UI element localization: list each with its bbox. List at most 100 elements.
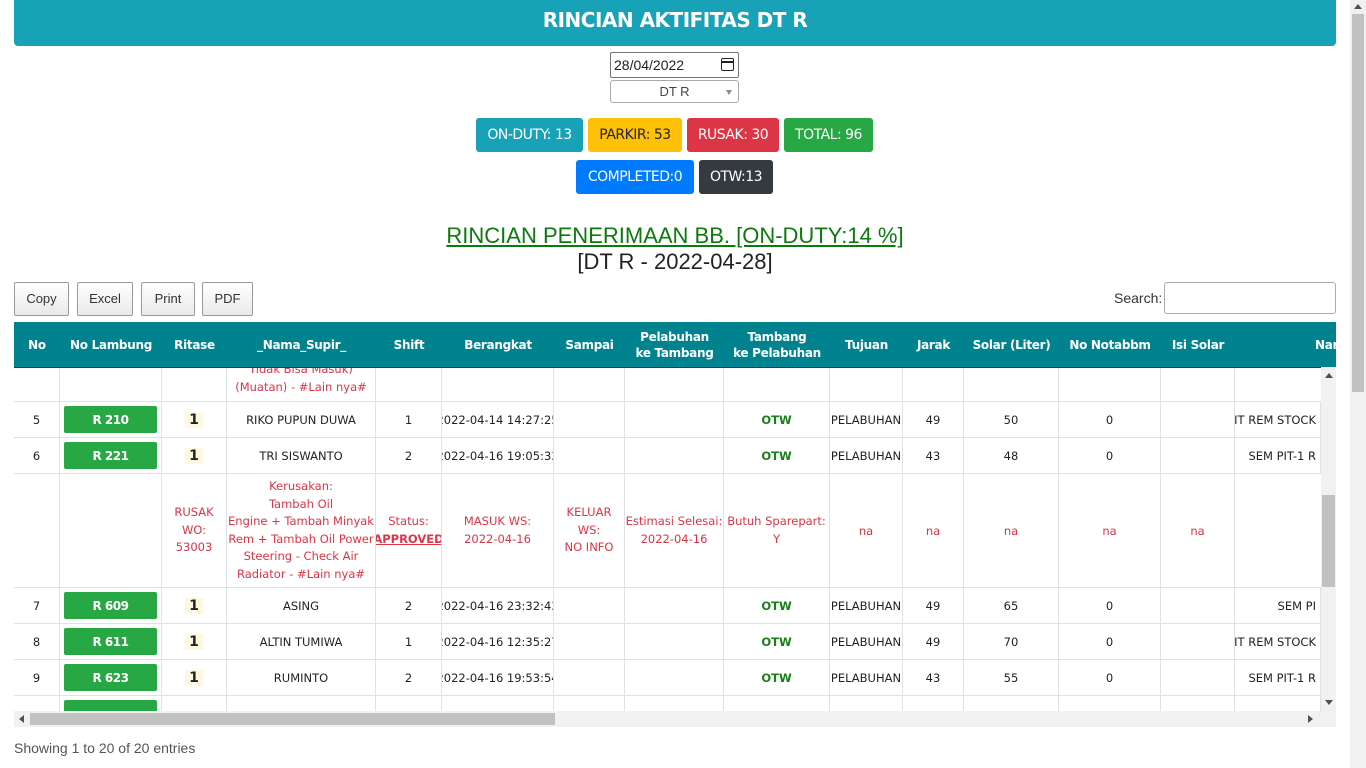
- cell-pelabuhan-tambang: [625, 438, 724, 473]
- cell-empty: [60, 368, 162, 401]
- col-nama[interactable]: Nar: [1235, 322, 1336, 367]
- cell-solar: 55: [964, 660, 1059, 695]
- pdf-button[interactable]: PDF: [202, 282, 253, 316]
- section-subtitle: [DT R - 2022-04-28]: [577, 249, 773, 274]
- cell-jarak: 43: [903, 438, 964, 473]
- status-label: Status:: [388, 514, 429, 528]
- cell-pelabuhan-tambang: [625, 402, 724, 437]
- col-shift[interactable]: Shift: [376, 322, 442, 367]
- ritase-badge[interactable]: 1: [185, 447, 203, 464]
- date-value: 28/04/2022: [614, 57, 685, 73]
- cell-ritase: 1: [162, 438, 227, 473]
- cell-nama: PIT REM STOCK: [1235, 402, 1321, 437]
- col-sampai[interactable]: Sampai: [554, 322, 625, 367]
- col-pelabuhan-ke-tambang[interactable]: Pelabuhan ke Tambang: [625, 322, 724, 367]
- scroll-thumb[interactable]: [1352, 14, 1364, 392]
- col-no-lambung[interactable]: No Lambung: [60, 322, 162, 367]
- cell-empty: [1235, 696, 1321, 711]
- lambung-button-clipped[interactable]: [64, 700, 157, 711]
- scroll-right-icon[interactable]: [1308, 715, 1313, 723]
- search-input[interactable]: [1164, 282, 1336, 314]
- cell-masuk-ws: MASUK WS: 2022-04-16: [442, 474, 554, 587]
- cell-empty: [442, 368, 554, 401]
- cell-sampai: [554, 438, 625, 473]
- cell-tujuan: PELABUHAN: [830, 624, 903, 659]
- cell-nama: SEM PIT-1 R: [1235, 438, 1321, 473]
- cell-ritase: 1: [162, 624, 227, 659]
- ritase-badge[interactable]: 1: [185, 669, 203, 686]
- table-horizontal-scrollbar[interactable]: [14, 711, 1336, 727]
- total-badge[interactable]: TOTAL: 96: [784, 118, 873, 152]
- calendar-icon[interactable]: [721, 58, 734, 71]
- cell-no: 9: [14, 660, 60, 695]
- cell-shift: 1: [376, 402, 442, 437]
- table-vertical-scrollbar[interactable]: [1321, 367, 1336, 711]
- cell-supir: ASING: [227, 588, 376, 623]
- rusak-badge[interactable]: RUSAK: 30: [687, 118, 779, 152]
- cell-pelabuhan-tambang: [625, 624, 724, 659]
- otw-badge[interactable]: OTW:13: [699, 160, 773, 194]
- scroll-thumb[interactable]: [30, 713, 555, 725]
- scroll-down-icon[interactable]: [1325, 700, 1333, 705]
- col-isi-solar[interactable]: Isi Solar: [1161, 322, 1235, 367]
- table-info: Showing 1 to 20 of 20 entries: [14, 740, 196, 756]
- cell-sparepart: Butuh Sparepart: Y: [724, 474, 830, 587]
- search-label: Search:: [1114, 290, 1163, 306]
- page-scrollbar[interactable]: [1350, 0, 1366, 768]
- parkir-badge[interactable]: PARKIR: 53: [588, 118, 682, 152]
- excel-button[interactable]: Excel: [77, 282, 133, 316]
- cell-empty: [964, 368, 1059, 401]
- cell-empty: [1161, 368, 1235, 401]
- col-tambang-ke-pelabuhan[interactable]: Tambang ke Pelabuhan: [724, 322, 830, 367]
- cell-notabbm: 0: [1059, 660, 1161, 695]
- col-no-notabbm[interactable]: No Notabbm: [1059, 322, 1161, 367]
- scroll-thumb[interactable]: [1322, 495, 1335, 587]
- cell-notabbm: 0: [1059, 402, 1161, 437]
- table-row: Tidak Bisa Masuk) (Muatan) - #Lain nya#: [14, 368, 1321, 402]
- status-approved-link[interactable]: APPROVED: [376, 531, 441, 549]
- col-tujuan[interactable]: Tujuan: [830, 322, 903, 367]
- on-duty-badge[interactable]: ON-DUTY: 13: [476, 118, 583, 152]
- cell-na: na: [1161, 474, 1235, 587]
- lambung-button[interactable]: R 210: [64, 406, 157, 433]
- scroll-up-icon[interactable]: [1325, 373, 1333, 378]
- cell-nama: SEM PI: [1235, 588, 1321, 623]
- cell-jarak: 43: [903, 660, 964, 695]
- scroll-up-icon[interactable]: [1354, 4, 1362, 9]
- col-nama-supir[interactable]: _Nama_Supir_: [227, 322, 376, 367]
- ritase-badge[interactable]: 1: [185, 411, 203, 428]
- ritase-badge[interactable]: 1: [185, 597, 203, 614]
- scroll-left-icon[interactable]: [19, 715, 24, 723]
- cell-empty: [964, 696, 1059, 711]
- col-ritase[interactable]: Ritase: [162, 322, 227, 367]
- cell-solar: 70: [964, 624, 1059, 659]
- unit-select[interactable]: DT R: [610, 80, 739, 103]
- ritase-badge[interactable]: 1: [185, 633, 203, 650]
- section-title[interactable]: RINCIAN PENERIMAAN BB. [ON-DUTY:14 %]: [0, 223, 1350, 249]
- completed-badge[interactable]: COMPLETED:0: [576, 160, 694, 194]
- col-no[interactable]: No: [14, 322, 60, 367]
- page-header: RINCIAN AKTIFITAS DT R: [14, 0, 1336, 46]
- col-berangkat[interactable]: Berangkat: [442, 322, 554, 367]
- date-input[interactable]: 28/04/2022: [610, 52, 739, 78]
- cell-berangkat: 2022-04-16 19:53:54: [442, 660, 554, 695]
- cell-supir: RUMINTO: [227, 660, 376, 695]
- lambung-button[interactable]: R 609: [64, 592, 157, 619]
- lambung-button[interactable]: R 221: [64, 442, 157, 469]
- cell-tujuan: PELABUHAN: [830, 402, 903, 437]
- cell-sampai: [554, 624, 625, 659]
- lambung-button[interactable]: R 611: [64, 628, 157, 655]
- col-solar[interactable]: Solar (Liter): [964, 322, 1059, 367]
- cell-jarak: 49: [903, 624, 964, 659]
- cell-no: 7: [14, 588, 60, 623]
- col-jarak[interactable]: Jarak: [903, 322, 964, 367]
- print-button[interactable]: Print: [141, 282, 195, 316]
- cell-keluar-ws: KELUAR WS: NO INFO: [554, 474, 625, 587]
- cell-tambang-pelabuhan: OTW: [724, 624, 830, 659]
- copy-button[interactable]: Copy: [14, 282, 69, 316]
- cell-empty: [162, 696, 227, 711]
- cell-empty: [903, 368, 964, 401]
- lambung-button[interactable]: R 623: [64, 664, 157, 691]
- cell-sampai: [554, 402, 625, 437]
- data-table: No No Lambung Ritase _Nama_Supir_ Shift …: [14, 322, 1336, 727]
